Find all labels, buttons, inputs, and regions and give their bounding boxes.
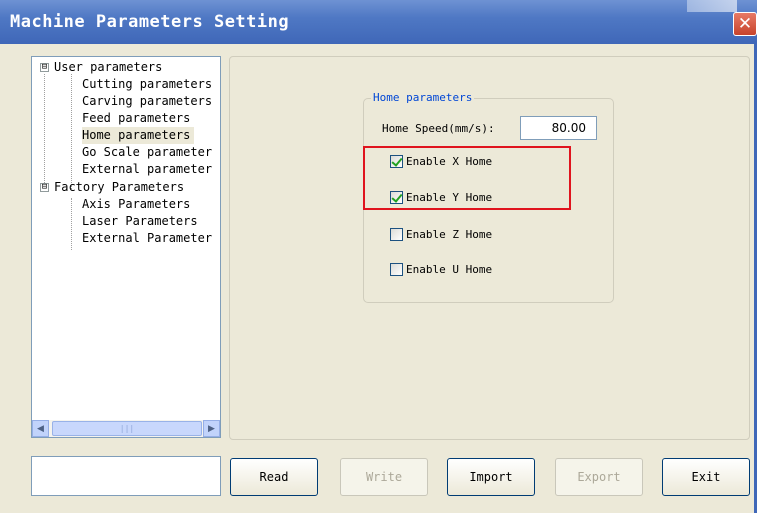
home-speed-label: Home Speed(mm/s): bbox=[382, 122, 495, 135]
tree-node-label: Go Scale parameter bbox=[82, 145, 213, 159]
tree-node-cutting-parameters[interactable]: Cutting parameters bbox=[82, 76, 212, 93]
window-title: Machine Parameters Setting bbox=[10, 12, 290, 32]
collapse-icon[interactable]: ⊟ bbox=[40, 63, 49, 72]
enable-z-home-checkbox[interactable]: Enable Z Home bbox=[390, 228, 492, 241]
scroll-right-button[interactable]: ▶ bbox=[203, 420, 220, 437]
chevron-right-icon: ▶ bbox=[208, 423, 215, 434]
tree-node-label: User parameters bbox=[54, 60, 163, 74]
tree-node-label: Laser Parameters bbox=[82, 214, 198, 228]
close-button[interactable]: ✕ bbox=[733, 12, 757, 36]
tree-connector bbox=[71, 74, 72, 189]
tree-connector bbox=[44, 74, 45, 189]
tree-node-label: Axis Parameters bbox=[82, 197, 191, 211]
exit-button[interactable]: Exit bbox=[662, 458, 750, 496]
group-title: Home parameters bbox=[371, 91, 475, 104]
checkbox-unchecked-icon[interactable] bbox=[390, 263, 403, 276]
tree-node-label: External Parameter bbox=[82, 231, 213, 245]
collapse-icon[interactable]: ⊟ bbox=[40, 183, 49, 192]
tree-node-axis-parameters[interactable]: Axis Parameters bbox=[82, 196, 190, 213]
import-button[interactable]: Import bbox=[447, 458, 535, 496]
tree-node-label: Carving parameters bbox=[82, 94, 213, 108]
status-field bbox=[31, 456, 221, 496]
machine-parameters-window: Machine Parameters Setting ✕ ⊟ User para… bbox=[0, 0, 757, 513]
checkbox-label: Enable U Home bbox=[406, 263, 493, 276]
enable-u-home-checkbox[interactable]: Enable U Home bbox=[390, 263, 492, 276]
title-decoration bbox=[687, 0, 737, 12]
scroll-thumb[interactable]: ||| bbox=[52, 421, 202, 436]
close-icon: ✕ bbox=[737, 14, 753, 34]
home-speed-input[interactable]: 80.00 bbox=[520, 116, 597, 140]
read-button[interactable]: Read bbox=[230, 458, 318, 496]
tree-node-label: Home parameters bbox=[82, 128, 191, 142]
tree-node-feed-parameters[interactable]: Feed parameters bbox=[82, 110, 190, 127]
highlight-annotation bbox=[363, 146, 571, 210]
export-button[interactable]: Export bbox=[555, 458, 643, 496]
tree-node-external-parameter[interactable]: External parameter bbox=[82, 161, 212, 178]
tree-node-go-scale-parameter[interactable]: Go Scale parameter bbox=[82, 144, 212, 161]
tree-node-carving-parameters[interactable]: Carving parameters bbox=[82, 93, 212, 110]
grip-icon: ||| bbox=[119, 424, 135, 433]
tree-node-laser-parameters[interactable]: Laser Parameters bbox=[82, 213, 198, 230]
checkbox-label: Enable Z Home bbox=[406, 228, 493, 241]
checkbox-unchecked-icon[interactable] bbox=[390, 228, 403, 241]
chevron-left-icon: ◀ bbox=[37, 423, 44, 434]
write-button[interactable]: Write bbox=[340, 458, 428, 496]
tree-node-home-parameters[interactable]: Home parameters bbox=[82, 127, 195, 144]
tree-node-label: Feed parameters bbox=[82, 111, 191, 125]
tree-node-external-parameter-factory[interactable]: External Parameter bbox=[82, 230, 212, 247]
parameters-tree[interactable]: ⊟ User parameters Cutting parameters Car… bbox=[31, 56, 221, 438]
tree-connector bbox=[71, 198, 72, 250]
horizontal-scrollbar[interactable]: ◀ ||| ▶ bbox=[32, 420, 220, 437]
tree-node-label: Cutting parameters bbox=[82, 77, 213, 91]
scroll-left-button[interactable]: ◀ bbox=[32, 420, 49, 437]
tree-node-label: Factory Parameters bbox=[54, 180, 185, 194]
title-bar: Machine Parameters Setting ✕ bbox=[0, 0, 757, 44]
tree-node-label: External parameter bbox=[82, 162, 213, 176]
